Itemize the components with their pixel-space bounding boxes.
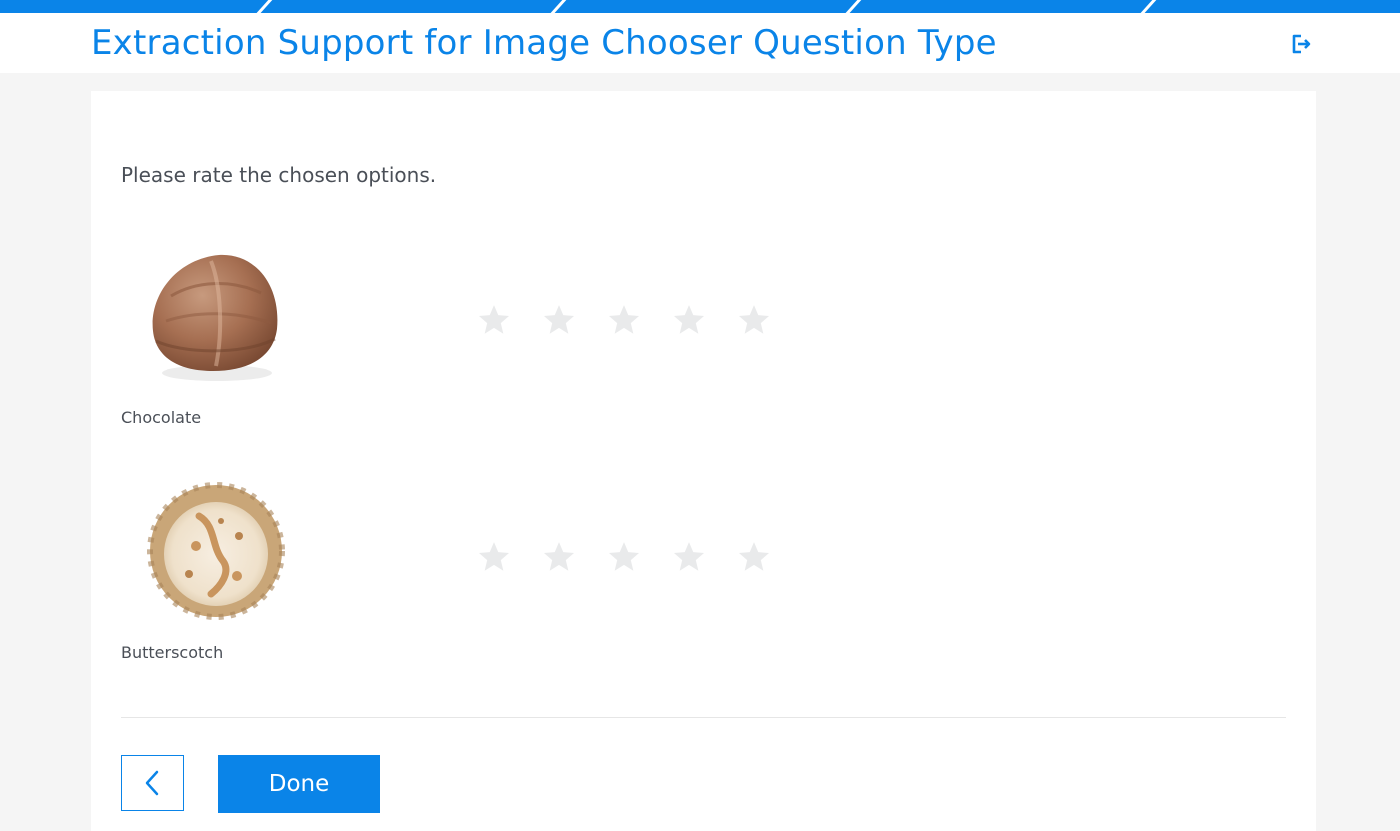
star-icon[interactable]: [542, 303, 576, 337]
star-icon[interactable]: [737, 540, 771, 574]
star-icon[interactable]: [477, 540, 511, 574]
done-button[interactable]: Done: [218, 755, 380, 813]
logout-icon: [1292, 34, 1311, 54]
rating-butterscotch[interactable]: [477, 540, 802, 574]
star-icon[interactable]: [672, 540, 706, 574]
page-title: Extraction Support for Image Chooser Que…: [91, 23, 997, 63]
question-card: Please rate the chosen options. Chocolat…: [91, 91, 1316, 831]
chevron-left-icon: [145, 770, 158, 796]
chocolate-ice-cream-image: [152, 254, 278, 381]
header: Extraction Support for Image Chooser Que…: [0, 13, 1400, 73]
star-icon[interactable]: [477, 303, 511, 337]
divider: [121, 717, 1286, 718]
butterscotch-ice-cream-image: [147, 482, 285, 620]
option-row-chocolate: Chocolate: [121, 241, 821, 441]
option-label-butterscotch: Butterscotch: [121, 643, 224, 662]
star-icon[interactable]: [607, 540, 641, 574]
star-icon[interactable]: [737, 303, 771, 337]
progress-bar: [0, 0, 1400, 13]
option-label-chocolate: Chocolate: [121, 408, 202, 427]
star-icon[interactable]: [672, 303, 706, 337]
rating-chocolate[interactable]: [477, 303, 802, 337]
star-icon[interactable]: [607, 303, 641, 337]
question-prompt: Please rate the chosen options.: [121, 163, 437, 187]
option-row-butterscotch: Butterscotch: [121, 476, 821, 676]
exit-button[interactable]: [1286, 29, 1316, 59]
back-button[interactable]: [121, 755, 184, 811]
star-icon[interactable]: [542, 540, 576, 574]
